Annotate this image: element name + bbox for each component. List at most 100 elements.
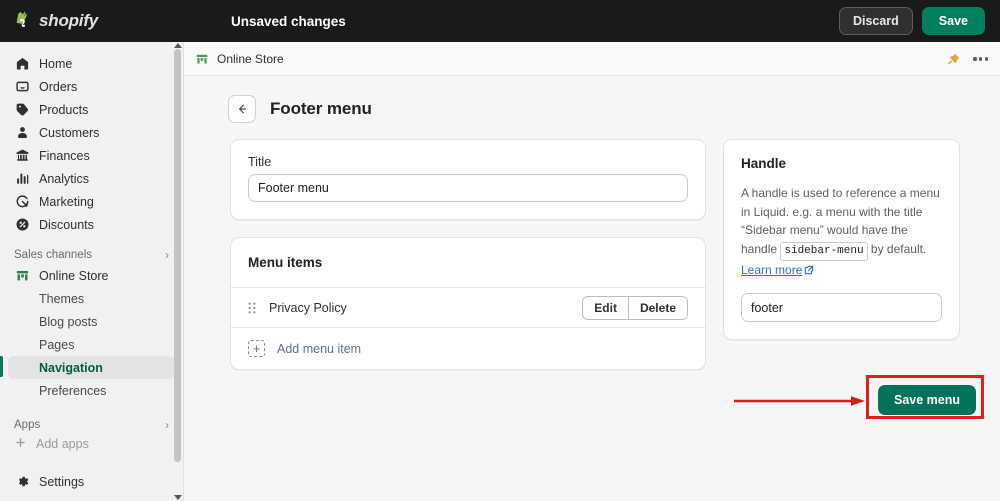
pin-icon[interactable] [947,52,960,66]
sidebar-item-pages[interactable]: Pages [8,333,175,356]
table-row: Privacy Policy Edit Delete [231,287,705,327]
main-content: Online Store Footer menu Title Footer me… [184,42,1000,501]
sidebar-item-settings[interactable]: Settings [8,470,175,493]
breadcrumb-label[interactable]: Online Store [217,52,284,66]
sidebar-item-label: Navigation [39,360,103,375]
row-actions: Edit Delete [582,295,688,320]
scroll-up-arrow-icon[interactable] [174,43,182,48]
menu-item-label: Privacy Policy [269,300,347,315]
shopify-brand[interactable]: shopify [14,11,174,32]
sidebar-item-label: Pages [39,337,75,352]
chevron-right-icon[interactable]: › [165,248,169,262]
sidebar-item-label: Products [39,102,89,117]
ellipsis-icon[interactable] [973,57,988,61]
save-button[interactable]: Save [921,7,985,35]
sidebar-item-label: Finances [39,148,90,163]
sidebar-item-online-store[interactable]: Online Store [8,264,175,287]
active-indicator-bar [0,356,3,377]
sidebar-item-home[interactable]: Home [8,52,175,75]
arrow-left-icon [235,102,249,116]
sidebar-item-products[interactable]: Products [8,98,175,121]
handle-heading: Handle [741,156,787,171]
sidebar-item-label: Customers [39,125,100,140]
title-card: Title [230,139,706,220]
handle-description-part2: by default. [867,241,927,256]
edit-button[interactable]: Edit [582,295,628,320]
save-menu-button[interactable]: Save menu [878,385,977,415]
plus-icon [14,436,27,452]
shopify-bag-icon [14,11,33,32]
sidebar-item-navigation[interactable]: Navigation [8,356,175,379]
sidebar-item-customers[interactable]: Customers [8,121,175,144]
sidebar-bottom: Settings [0,470,183,493]
sidebar-item-label: Settings [39,474,85,489]
sidebar-item-analytics[interactable]: Analytics [8,167,175,190]
unsaved-changes-status: Unsaved changes [231,13,346,29]
sidebar-item-label: Marketing [39,194,94,209]
top-bar: shopify Unsaved changes Discard Save [0,0,1000,42]
sidebar-item-label: Home [39,56,73,71]
sidebar-item-orders[interactable]: Orders [8,75,175,98]
product-tag-icon [14,102,30,118]
sidebar-item-label: Add apps [36,437,89,451]
discount-tag-icon [14,217,30,233]
menu-items-card: Menu items Privacy Policy Edit Delete + … [230,237,706,370]
page-title: Footer menu [270,99,372,118]
back-button[interactable] [228,95,256,123]
external-link-icon [804,262,814,281]
handle-code-sample: sidebar-menu [780,241,868,261]
discard-button[interactable]: Discard [838,7,913,35]
handle-description: A handle is used to reference a menu in … [741,184,942,280]
orders-inbox-icon [14,79,30,95]
breadcrumb-actions [947,42,988,76]
sidebar-item-add-apps[interactable]: Add apps [8,434,175,454]
title-field-label: Title [248,155,272,169]
storefront-icon [195,52,209,66]
sidebar-item-label: Orders [39,79,78,94]
handle-input[interactable] [741,293,942,323]
scroll-down-arrow-icon[interactable] [174,495,182,500]
sidebar-section-sales-channels[interactable]: Sales channels › [14,248,169,262]
sidebar-item-themes[interactable]: Themes [8,287,175,310]
sidebar-item-label: Preferences [39,383,107,398]
finances-bank-icon [14,148,30,164]
annotation-arrow [734,396,865,406]
content-columns: Title Menu items Privacy Policy [184,123,1000,370]
sidebar-item-marketing[interactable]: Marketing [8,190,175,213]
add-menu-item-button[interactable]: + Add menu item [231,327,705,369]
marketing-megaphone-icon [14,194,30,210]
apps-label: Apps [14,419,41,431]
shopify-wordmark: shopify [39,11,99,30]
sidebar-item-label: Discounts [39,217,94,232]
page-header: Footer menu [184,76,1000,123]
breadcrumb: Online Store [184,42,1000,76]
sales-channels-label: Sales channels [14,249,92,261]
learn-more-link[interactable]: Learn more [741,263,802,277]
drag-handle-icon[interactable] [248,302,258,314]
add-menu-item-label: Add menu item [277,341,362,356]
shopify-admin-window: shopify Unsaved changes Discard Save Hom… [0,0,1000,501]
menu-items-heading: Menu items [248,255,323,270]
title-input[interactable] [248,174,688,202]
sidebar-scrollbar-thumb[interactable] [174,49,181,462]
sidebar: Home Orders Products Customers Finances … [0,42,184,501]
home-icon [14,56,30,72]
left-column: Title Menu items Privacy Policy [230,139,706,370]
sidebar-scrollbar[interactable] [173,49,181,494]
sidebar-item-label: Blog posts [39,314,98,329]
sidebar-item-label: Themes [39,291,85,306]
customer-person-icon [14,125,30,141]
sidebar-section-apps[interactable]: Apps › [14,418,169,432]
chevron-right-icon[interactable]: › [165,418,169,432]
top-bar-actions: Discard Save [838,7,985,35]
sidebar-item-blog-posts[interactable]: Blog posts [8,310,175,333]
sidebar-item-label: Analytics [39,171,90,186]
sidebar-item-label: Online Store [39,268,109,283]
storefront-icon [14,268,30,284]
add-square-icon: + [248,340,265,357]
sidebar-item-finances[interactable]: Finances [8,144,175,167]
sidebar-item-preferences[interactable]: Preferences [8,379,175,402]
sidebar-item-discounts[interactable]: Discounts [8,213,175,236]
delete-button[interactable]: Delete [627,295,688,320]
analytics-bars-icon [14,171,30,187]
